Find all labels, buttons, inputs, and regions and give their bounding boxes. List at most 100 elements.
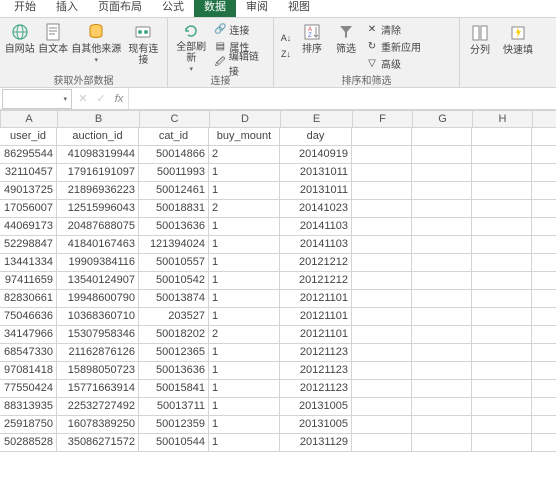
tab-review[interactable]: 审阅 xyxy=(236,0,278,17)
cell[interactable]: 20121101 xyxy=(280,290,352,307)
empty-cell[interactable] xyxy=(472,218,532,235)
tab-formulas[interactable]: 公式 xyxy=(152,0,194,17)
empty-cell[interactable] xyxy=(352,236,412,253)
cell[interactable]: 97411659 xyxy=(0,272,57,289)
cell[interactable]: 50013874 xyxy=(139,290,209,307)
cell[interactable]: 16078389250 xyxy=(57,416,139,433)
sort-desc-button[interactable]: Z↓ xyxy=(278,46,294,62)
cell[interactable]: 1 xyxy=(209,362,280,379)
empty-cell[interactable] xyxy=(472,272,532,289)
cell[interactable]: 20121101 xyxy=(280,308,352,325)
col-header[interactable]: G xyxy=(413,111,473,127)
empty-cell[interactable] xyxy=(472,398,532,415)
empty-cell[interactable] xyxy=(472,290,532,307)
cell[interactable]: 20121123 xyxy=(280,362,352,379)
empty-cell[interactable] xyxy=(412,236,472,253)
sort-button[interactable]: AZ 排序 xyxy=(296,20,328,72)
tab-data[interactable]: 数据 xyxy=(194,0,236,17)
cell[interactable]: 1 xyxy=(209,308,280,325)
empty-cell[interactable] xyxy=(472,380,532,397)
cell[interactable]: 21162876126 xyxy=(57,344,139,361)
empty-cell[interactable] xyxy=(352,434,412,451)
cell[interactable]: 20121101 xyxy=(280,326,352,343)
cancel-icon[interactable]: ✕ xyxy=(74,92,92,105)
fx-button[interactable]: fx xyxy=(110,93,128,105)
from-text-button[interactable]: 自文本 xyxy=(37,20,68,72)
col-header[interactable]: H xyxy=(473,111,533,127)
empty-cell[interactable] xyxy=(472,434,532,451)
cell[interactable]: 52298847 xyxy=(0,236,57,253)
cell[interactable]: 44069173 xyxy=(0,218,57,235)
empty-cell[interactable] xyxy=(412,290,472,307)
table-header-cell[interactable]: auction_id xyxy=(57,128,139,145)
col-header[interactable]: F xyxy=(353,111,413,127)
filter-button[interactable]: 筛选 xyxy=(330,20,362,72)
cell[interactable]: 50014866 xyxy=(139,146,209,163)
empty-cell[interactable] xyxy=(412,398,472,415)
empty-cell[interactable] xyxy=(412,128,472,145)
empty-cell[interactable] xyxy=(412,434,472,451)
empty-cell[interactable] xyxy=(352,182,412,199)
cell[interactable]: 20121212 xyxy=(280,254,352,271)
cell[interactable]: 20141023 xyxy=(280,200,352,217)
cell[interactable]: 1 xyxy=(209,272,280,289)
from-web-button[interactable]: 自网站 xyxy=(4,20,35,72)
cell[interactable]: 50018202 xyxy=(139,326,209,343)
cell[interactable]: 49013725 xyxy=(0,182,57,199)
cell[interactable]: 20131005 xyxy=(280,416,352,433)
empty-cell[interactable] xyxy=(412,416,472,433)
cell[interactable]: 50011993 xyxy=(139,164,209,181)
cell[interactable]: 88313935 xyxy=(0,398,57,415)
empty-cell[interactable] xyxy=(412,326,472,343)
cell[interactable]: 75046636 xyxy=(0,308,57,325)
empty-cell[interactable] xyxy=(412,254,472,271)
cell[interactable]: 21896936223 xyxy=(57,182,139,199)
sort-asc-button[interactable]: A↓ xyxy=(278,30,294,46)
cell[interactable]: 77550424 xyxy=(0,380,57,397)
empty-cell[interactable] xyxy=(412,344,472,361)
empty-cell[interactable] xyxy=(352,254,412,271)
cell[interactable]: 41098319944 xyxy=(57,146,139,163)
edit-links-button[interactable]: 🖉编辑链接 xyxy=(212,55,269,71)
empty-cell[interactable] xyxy=(352,272,412,289)
cell[interactable]: 2 xyxy=(209,146,280,163)
table-header-cell[interactable]: day xyxy=(280,128,352,145)
cell[interactable]: 2 xyxy=(209,200,280,217)
cell[interactable]: 34147966 xyxy=(0,326,57,343)
cell[interactable]: 1 xyxy=(209,254,280,271)
col-header[interactable]: E xyxy=(281,111,353,127)
existing-connections-button[interactable]: 现有连接 xyxy=(124,20,163,72)
empty-cell[interactable] xyxy=(352,362,412,379)
cell[interactable]: 82830661 xyxy=(0,290,57,307)
cell[interactable]: 50013636 xyxy=(139,362,209,379)
empty-cell[interactable] xyxy=(352,398,412,415)
empty-cell[interactable] xyxy=(472,254,532,271)
cell[interactable]: 19948600790 xyxy=(57,290,139,307)
cell[interactable]: 12515996043 xyxy=(57,200,139,217)
empty-cell[interactable] xyxy=(352,380,412,397)
cell[interactable]: 1 xyxy=(209,344,280,361)
empty-cell[interactable] xyxy=(472,344,532,361)
empty-cell[interactable] xyxy=(412,164,472,181)
cell[interactable]: 50010544 xyxy=(139,434,209,451)
empty-cell[interactable] xyxy=(412,272,472,289)
cell[interactable]: 1 xyxy=(209,218,280,235)
empty-cell[interactable] xyxy=(412,146,472,163)
cell[interactable]: 19909384116 xyxy=(57,254,139,271)
cell[interactable]: 22532727492 xyxy=(57,398,139,415)
cell[interactable]: 13441334 xyxy=(0,254,57,271)
col-header[interactable]: C xyxy=(140,111,210,127)
cell[interactable]: 32110457 xyxy=(0,164,57,181)
empty-cell[interactable] xyxy=(412,200,472,217)
empty-cell[interactable] xyxy=(352,344,412,361)
empty-cell[interactable] xyxy=(352,416,412,433)
cell[interactable]: 50012359 xyxy=(139,416,209,433)
cell[interactable]: 20121123 xyxy=(280,380,352,397)
cell[interactable]: 50013711 xyxy=(139,398,209,415)
cell[interactable]: 15898050723 xyxy=(57,362,139,379)
cell[interactable]: 121394024 xyxy=(139,236,209,253)
flash-fill-button[interactable]: 快速填 xyxy=(498,21,538,73)
reapply-button[interactable]: ↻重新应用 xyxy=(364,38,423,54)
col-header[interactable]: B xyxy=(58,111,140,127)
empty-cell[interactable] xyxy=(472,236,532,253)
